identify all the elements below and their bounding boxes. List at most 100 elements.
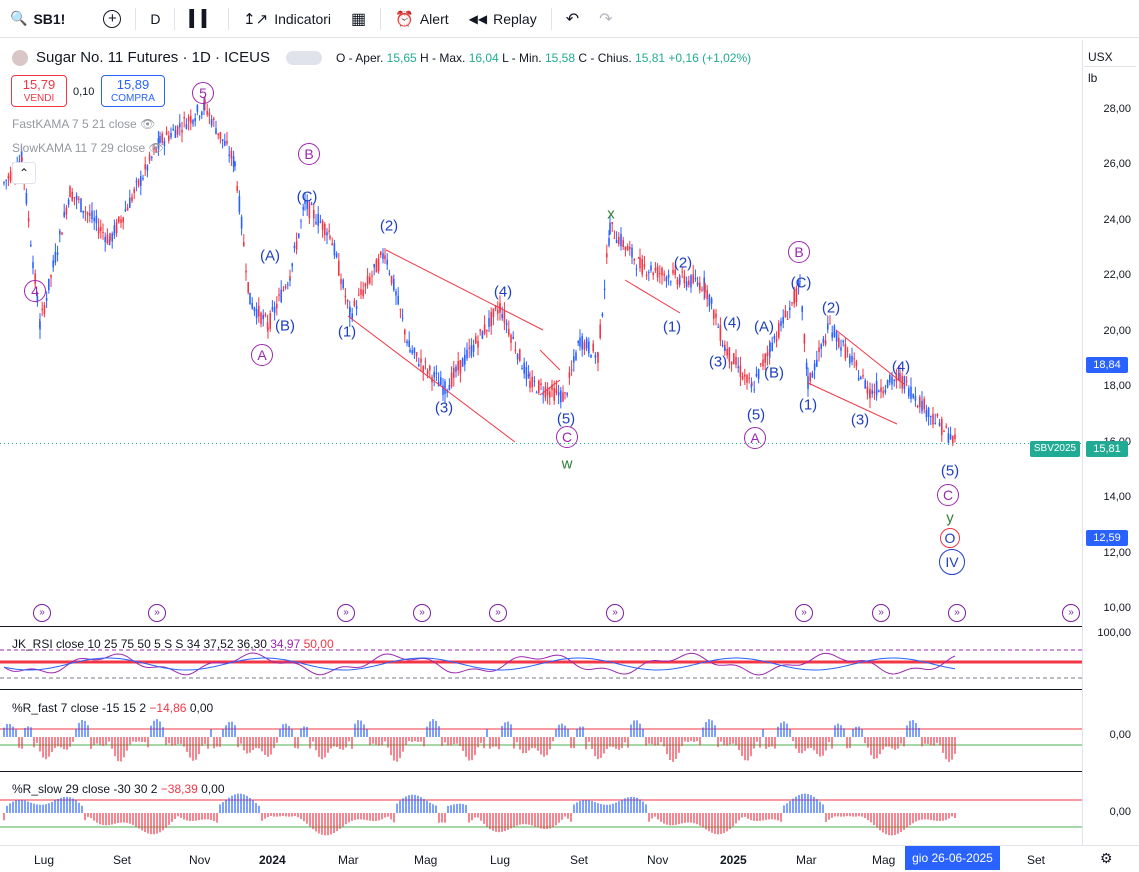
candle-body bbox=[786, 319, 789, 321]
candle-body bbox=[510, 335, 512, 343]
candle-body bbox=[375, 259, 378, 273]
candle-body bbox=[860, 376, 862, 380]
settings-gear-icon[interactable]: ⚙ bbox=[1100, 850, 1113, 867]
wr-fast-label[interactable]: %R_fast 7 close -15 15 2 −14,86 0,00 bbox=[12, 701, 213, 715]
interval-button[interactable]: D bbox=[140, 0, 170, 38]
event-arrow-icon[interactable]: » bbox=[872, 604, 890, 622]
candle-body bbox=[395, 291, 397, 296]
candle-body bbox=[366, 276, 369, 285]
wr-fast-axis-tick: 0,00 bbox=[1109, 729, 1131, 741]
candle-body bbox=[100, 226, 102, 232]
x-tick: 2025 bbox=[720, 853, 747, 867]
event-arrow-icon[interactable]: » bbox=[148, 604, 166, 622]
candle-body bbox=[793, 290, 795, 304]
candle-body bbox=[210, 118, 213, 126]
layouts-button[interactable]: ▦ bbox=[341, 0, 376, 38]
candle-body bbox=[486, 329, 488, 332]
candle-body bbox=[908, 388, 910, 397]
alert-button[interactable]: ⏰ Alert bbox=[385, 0, 458, 38]
wave-label: (4) bbox=[891, 358, 911, 376]
candle-body bbox=[260, 312, 262, 325]
candle-body bbox=[851, 356, 853, 362]
candle-body bbox=[844, 344, 847, 359]
event-arrow-icon[interactable]: » bbox=[413, 604, 431, 622]
unit-dropdown[interactable]: lb bbox=[1084, 67, 1136, 89]
candle-body bbox=[947, 433, 950, 443]
candle-body bbox=[769, 342, 771, 353]
redo-button[interactable]: ↷ bbox=[589, 0, 622, 38]
candle-body bbox=[755, 373, 758, 377]
candle-body bbox=[342, 279, 344, 288]
pane-divider[interactable] bbox=[0, 626, 1139, 627]
candle-body bbox=[382, 253, 384, 259]
replay-button[interactable]: ◀◀ Replay bbox=[459, 0, 547, 38]
event-arrow-icon[interactable]: » bbox=[606, 604, 624, 622]
candle-body bbox=[466, 349, 468, 359]
fastkama-label[interactable]: FastKAMA 7 5 21 close 👁 bbox=[12, 117, 155, 131]
currency-dropdown[interactable]: USX bbox=[1084, 48, 1136, 67]
candle-body bbox=[670, 281, 672, 283]
price-chart[interactable] bbox=[0, 40, 1082, 845]
compare-button[interactable]: + bbox=[93, 0, 131, 38]
slowkama-label[interactable]: SlowKAMA 11 7 29 close 👁 bbox=[12, 141, 164, 155]
buy-button[interactable]: 15,89 COMPRA bbox=[101, 75, 165, 107]
event-arrow-icon[interactable]: » bbox=[33, 604, 51, 622]
event-arrow-icon[interactable]: » bbox=[489, 604, 507, 622]
event-arrow-icon[interactable]: » bbox=[337, 604, 355, 622]
candle-body bbox=[183, 117, 185, 119]
undo-button[interactable]: ↶ bbox=[556, 0, 589, 38]
candle-body bbox=[249, 292, 251, 305]
candle-body bbox=[866, 386, 869, 394]
symbol-search[interactable]: 🔍 SB1! bbox=[0, 0, 75, 38]
plus-circle-icon: + bbox=[103, 9, 122, 28]
candle-body bbox=[650, 265, 652, 271]
candle-body bbox=[39, 321, 41, 330]
indicators-button[interactable]: ↥↗ Indicatori bbox=[233, 0, 341, 38]
collapse-legend-button[interactable]: ⌃ bbox=[12, 162, 36, 184]
pane-divider[interactable] bbox=[0, 689, 1139, 690]
candle-body bbox=[282, 289, 285, 291]
unit-selector[interactable]: USX lb bbox=[1084, 48, 1136, 89]
candle-body bbox=[663, 273, 665, 276]
wave-label: (2) bbox=[379, 217, 399, 235]
candle-body bbox=[371, 275, 373, 277]
wr-slow-value: 0,00 bbox=[201, 782, 225, 796]
candle-body bbox=[557, 392, 560, 396]
x-tick: Lug bbox=[34, 853, 55, 867]
candle-body bbox=[873, 391, 876, 394]
candle-body bbox=[531, 376, 533, 388]
candle-body bbox=[300, 220, 302, 222]
rsi-label[interactable]: JK_RSI close 10 25 75 50 5 S S 34 37,52 … bbox=[12, 637, 334, 651]
delay-pill[interactable] bbox=[285, 50, 322, 65]
candle-body bbox=[555, 388, 558, 393]
sell-button[interactable]: 15,79 VENDI bbox=[11, 75, 67, 107]
eye-off-icon[interactable]: 👁 bbox=[149, 141, 164, 155]
candle-body bbox=[95, 215, 98, 224]
wave-label: (1) bbox=[798, 396, 818, 414]
candle-body bbox=[219, 132, 222, 139]
candle-body bbox=[3, 182, 5, 184]
candle-body bbox=[503, 311, 506, 323]
divider bbox=[228, 7, 230, 30]
candle-body bbox=[142, 177, 144, 180]
wr-slow-label[interactable]: %R_slow 29 close -30 30 2 −38,39 0,00 bbox=[12, 782, 225, 796]
candle-body bbox=[553, 388, 555, 401]
chart-type-button[interactable]: ▍▍ bbox=[179, 0, 224, 38]
event-arrow-icon[interactable]: » bbox=[1062, 604, 1080, 622]
wave-circle-iv: IV bbox=[939, 549, 965, 575]
candle-body bbox=[782, 316, 784, 324]
eye-off-icon[interactable]: 👁 bbox=[140, 117, 155, 131]
candle-body bbox=[406, 341, 408, 344]
close-label: C - Chius. bbox=[578, 50, 632, 65]
wave-label: (3) bbox=[850, 411, 870, 429]
event-arrow-icon[interactable]: » bbox=[795, 604, 813, 622]
bar-chart-icon: ▍▍ bbox=[189, 10, 215, 28]
wave-label: (B) bbox=[275, 317, 295, 335]
candle-body bbox=[106, 234, 109, 244]
rewind-icon: ◀◀ bbox=[468, 11, 488, 26]
event-arrow-icon[interactable]: » bbox=[948, 604, 966, 622]
candle-body bbox=[805, 362, 808, 369]
pane-divider[interactable] bbox=[0, 771, 1139, 772]
trendlines bbox=[0, 249, 1082, 444]
candle-body bbox=[609, 222, 611, 234]
